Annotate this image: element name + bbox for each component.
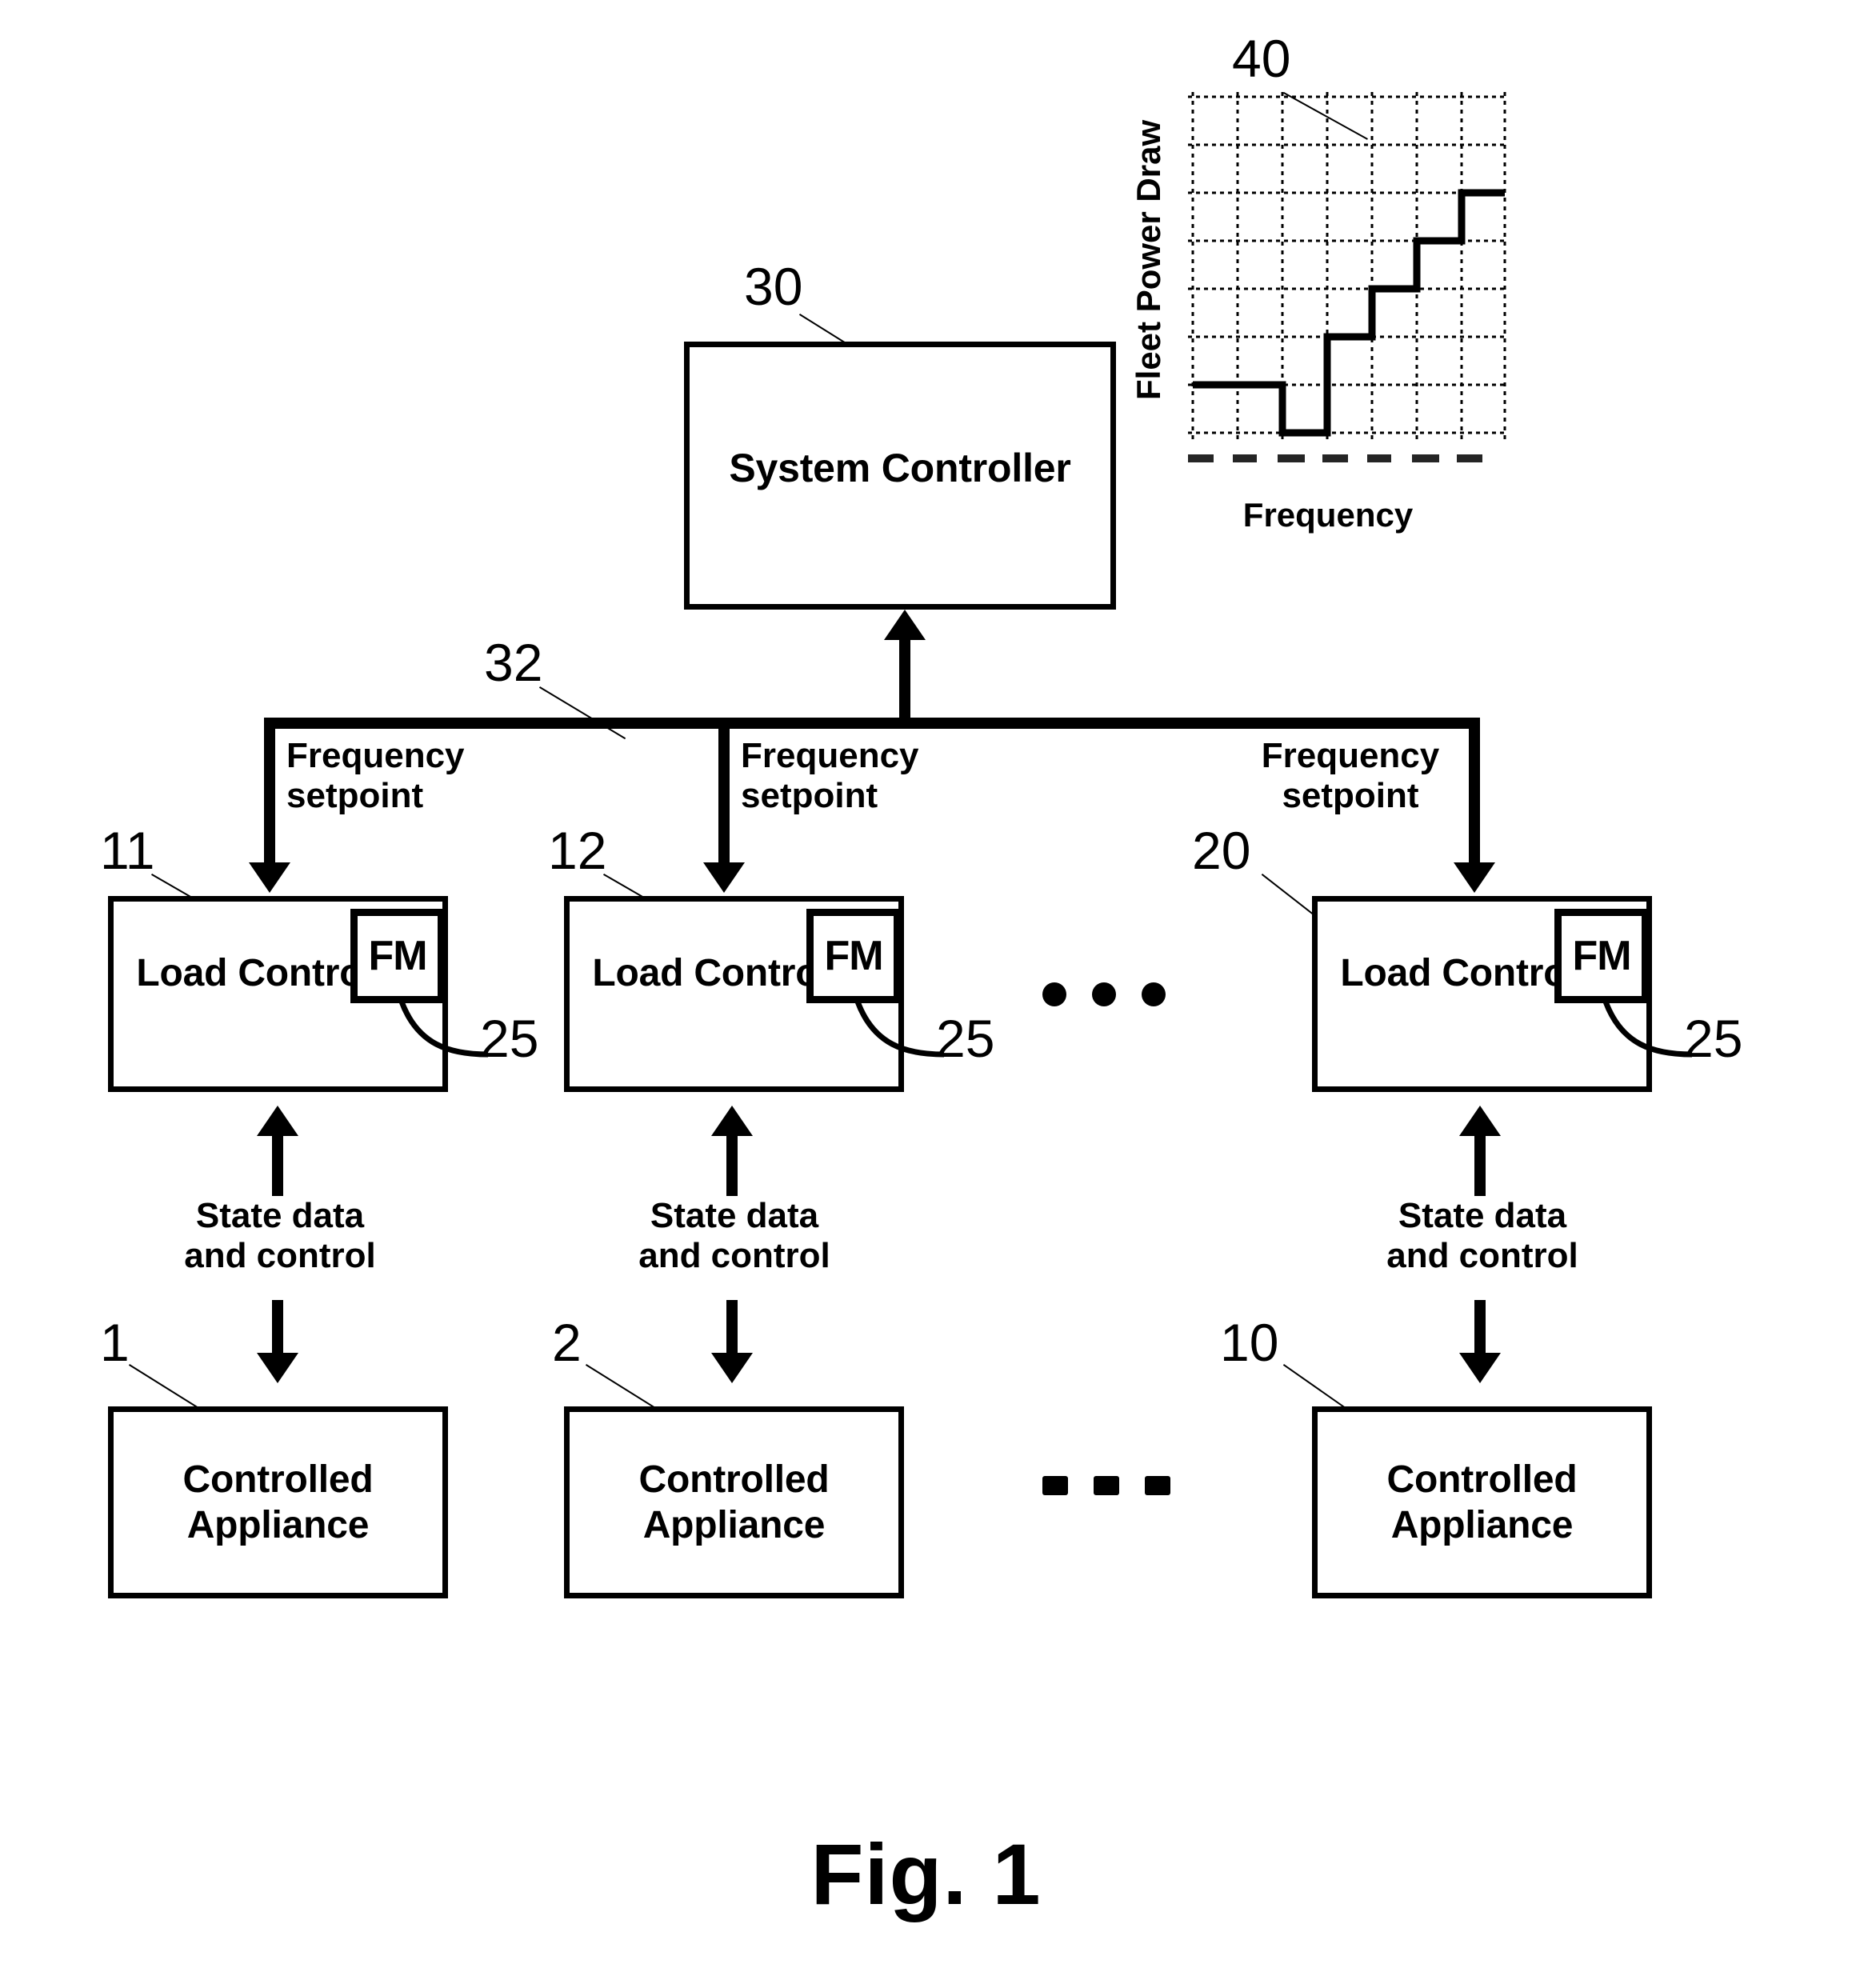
- setpoint-label-3: Frequency setpoint: [1261, 736, 1440, 816]
- ellipsis-dot: [1094, 1476, 1119, 1495]
- ellipsis-dot: [1042, 982, 1066, 1006]
- ref-numeral-10: 10: [1220, 1313, 1279, 1372]
- ref-numeral-30: 30: [744, 257, 803, 316]
- chart-x-axis-label: Frequency: [1242, 496, 1414, 534]
- setpoint-label-2: Frequency setpoint: [741, 736, 919, 816]
- ref-numeral-25-col2: 25: [936, 1009, 995, 1068]
- bus-to-controller-arrowhead: [884, 610, 926, 640]
- inset-chart-40: 40 Fleet Power Draw Frequency: [1096, 32, 1520, 608]
- state-link-arrowhead-up-3: [1459, 1106, 1501, 1136]
- setpoint-shaft-2: [718, 718, 730, 864]
- controlled-appliance-label-3: Controlled Appliance: [1386, 1458, 1578, 1546]
- controlled-appliance-box-1[interactable]: Controlled Appliance: [108, 1406, 448, 1598]
- state-link-label-1: State data and control: [184, 1196, 376, 1276]
- state-link-arrowhead-down-1: [257, 1353, 298, 1383]
- state-link-arrowhead-up-1: [257, 1106, 298, 1136]
- state-link-shaft-upper-1: [272, 1136, 283, 1196]
- chart-y-axis-label: Fleet Power Draw: [1130, 119, 1167, 400]
- chart-plot-area: [1188, 92, 1508, 444]
- figure-caption: Fig. 1: [810, 1826, 1042, 1922]
- setpoint-arrowhead-3: [1454, 862, 1495, 893]
- ellipsis-dot: [1042, 1476, 1068, 1495]
- chart-x-tick-labels: [1188, 454, 1482, 462]
- ref-numeral-11: 11: [100, 821, 155, 880]
- ref-numeral-20: 20: [1192, 821, 1251, 880]
- state-link-label-3: State data and control: [1386, 1196, 1578, 1276]
- patent-figure-1: 40 Fleet Power Draw Frequency 30 System …: [0, 0, 1852, 1988]
- controlled-appliance-box-3[interactable]: Controlled Appliance: [1312, 1406, 1652, 1598]
- ref-numeral-25-col3: 25: [1684, 1009, 1743, 1068]
- ref-numeral-32: 32: [484, 633, 543, 692]
- controlled-appliance-label-2: Controlled Appliance: [638, 1458, 830, 1546]
- ref-numeral-1: 1: [100, 1313, 130, 1372]
- state-link-shaft-lower-1: [272, 1300, 283, 1354]
- setpoint-shaft-1: [264, 718, 275, 864]
- state-link-shaft-upper-3: [1474, 1136, 1486, 1196]
- ref-numeral-40: 40: [1232, 29, 1291, 88]
- state-link-shaft-lower-2: [726, 1300, 738, 1354]
- controlled-appliance-box-2[interactable]: Controlled Appliance: [564, 1406, 904, 1598]
- ellipsis-load-controllers: [1042, 982, 1166, 1006]
- ref-numeral-12: 12: [548, 821, 607, 880]
- system-controller-box[interactable]: System Controller: [684, 342, 1116, 610]
- setpoint-arrowhead-1: [249, 862, 290, 893]
- fm-badge-3[interactable]: FM: [1554, 909, 1649, 1003]
- fm-badge-2[interactable]: FM: [806, 909, 901, 1003]
- system-controller-label: System Controller: [729, 446, 1071, 490]
- setpoint-shaft-3: [1469, 718, 1480, 864]
- state-link-label-2: State data and control: [638, 1196, 830, 1276]
- bus-to-controller-shaft: [899, 640, 910, 728]
- ellipsis-appliances: [1042, 1476, 1170, 1495]
- leader-line-32: [538, 686, 626, 740]
- frequency-setpoint-bus: [264, 718, 1480, 729]
- state-link-shaft-upper-2: [726, 1136, 738, 1196]
- state-link-arrowhead-down-3: [1459, 1353, 1501, 1383]
- ellipsis-dot: [1142, 982, 1166, 1006]
- setpoint-label-1: Frequency setpoint: [286, 736, 465, 816]
- ellipsis-dot: [1145, 1476, 1170, 1495]
- ref-numeral-25-col1: 25: [480, 1009, 539, 1068]
- state-link-shaft-lower-3: [1474, 1300, 1486, 1354]
- state-link-arrowhead-down-2: [711, 1353, 753, 1383]
- ref-numeral-2: 2: [552, 1313, 582, 1372]
- state-link-arrowhead-up-2: [711, 1106, 753, 1136]
- ellipsis-dot: [1092, 982, 1116, 1006]
- setpoint-arrowhead-2: [703, 862, 745, 893]
- controlled-appliance-label-1: Controlled Appliance: [182, 1458, 374, 1546]
- fm-badge-1[interactable]: FM: [350, 909, 445, 1003]
